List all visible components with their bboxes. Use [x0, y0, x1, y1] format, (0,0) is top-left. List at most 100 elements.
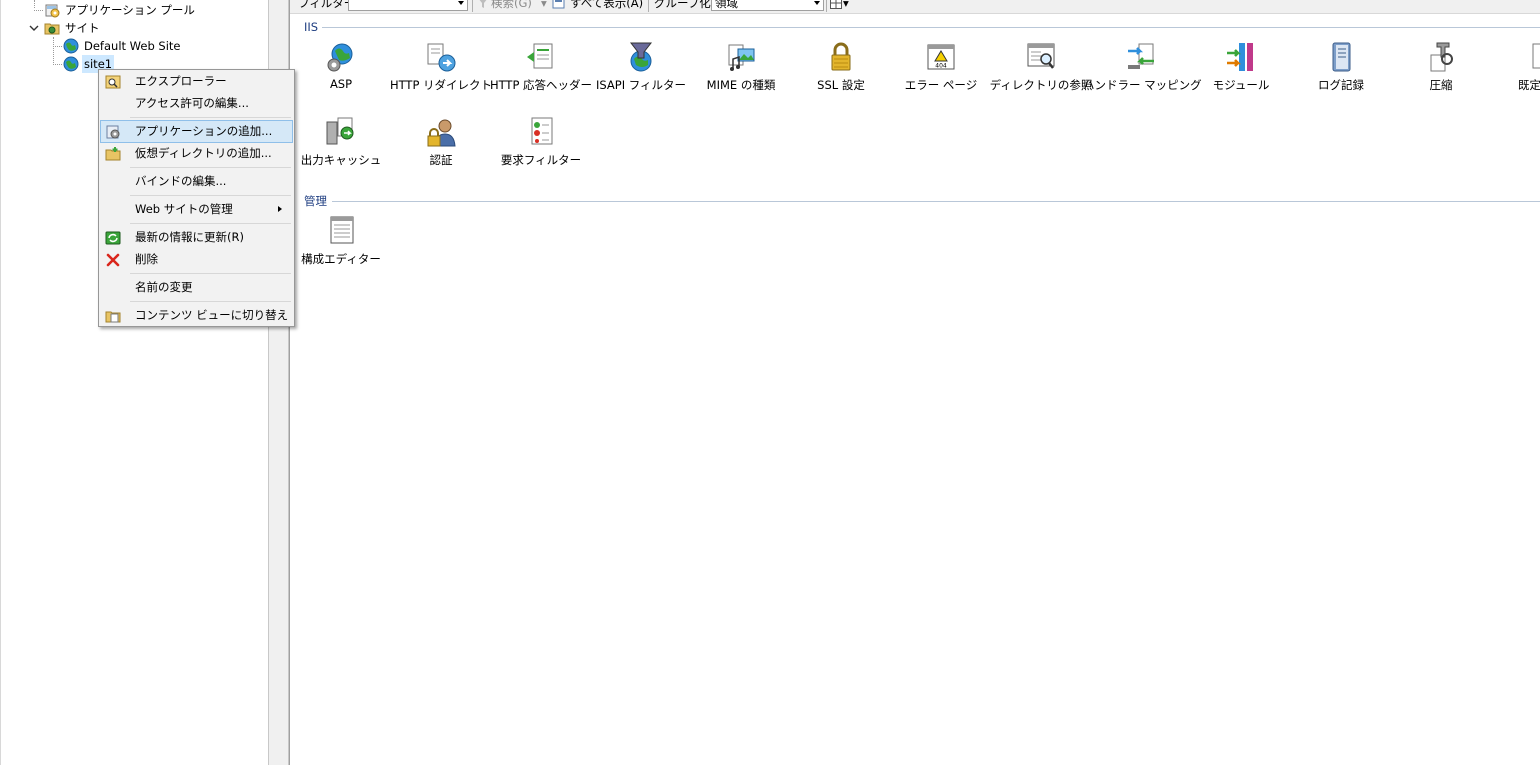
- show-all-icon: [552, 0, 565, 9]
- menu-item-add-application[interactable]: アプリケーションの追加...: [100, 120, 293, 143]
- error-pages-icon: 404: [927, 44, 955, 70]
- tree-connector: [53, 64, 62, 65]
- svg-text:404: 404: [935, 63, 947, 70]
- feature-label: ディレクトリの参照: [989, 78, 1093, 92]
- chevron-down-icon[interactable]: [28, 22, 40, 34]
- feature-label: MIME の種類: [706, 78, 776, 92]
- feature-label: 要求フィルター: [500, 153, 582, 167]
- feature-label: ログ記録: [1318, 78, 1364, 92]
- menu-item-manage-website[interactable]: Web サイトの管理: [101, 199, 292, 220]
- feature-label: モジュール: [1212, 78, 1270, 92]
- menu-item-label: アプリケーションの追加...: [135, 124, 273, 138]
- menu-separator: [130, 117, 291, 118]
- feature-label: 圧縮: [1429, 78, 1453, 92]
- menu-item-label: 削除: [135, 252, 158, 266]
- authentication-icon: [427, 119, 456, 147]
- feature-label: SSL 設定: [817, 78, 865, 92]
- compression-icon: [1430, 42, 1453, 72]
- tree-item-label: Default Web Site: [84, 39, 181, 53]
- view-grid-icon: [830, 0, 842, 9]
- add-application-icon: [106, 125, 120, 139]
- feature-label: HTTP 応答ヘッダー: [489, 78, 593, 92]
- group-by-select[interactable]: 領域: [711, 0, 824, 11]
- logging-icon: [1332, 42, 1351, 72]
- menu-item-add-virtual-directory[interactable]: 仮想ディレクトリの追加...: [101, 143, 292, 164]
- toolbar-separator: [826, 0, 827, 12]
- delete-icon: [106, 253, 120, 267]
- explore-icon: [105, 75, 121, 89]
- menu-separator: [130, 301, 291, 302]
- modules-icon: [1227, 43, 1253, 71]
- toolbar-separator: [648, 0, 649, 12]
- add-virtual-directory-icon: [105, 147, 121, 161]
- feature-label: ハンドラー マッピング: [1083, 78, 1202, 92]
- feature-label: 出力キャッシュ: [300, 153, 382, 167]
- tree-connector: [34, 10, 43, 11]
- tree-connector: [34, 0, 35, 8]
- sites-folder-icon: [44, 23, 60, 35]
- menu-item-label: コンテンツ ビューに切り替え: [135, 308, 289, 322]
- content-view-icon: [105, 311, 121, 323]
- menu-item-edit-permissions[interactable]: アクセス許可の編集...: [101, 93, 292, 114]
- filter-toolbar: フィルター: 検索(G) ▾ すべて表示(A) グループ化: 領域 ▾: [290, 0, 1540, 14]
- menu-item-label: 名前の変更: [135, 280, 193, 294]
- chevron-down-icon[interactable]: [458, 1, 464, 5]
- default-document-icon: [1532, 43, 1540, 69]
- feature-label: ASP: [329, 77, 353, 91]
- directory-browsing-icon: [1027, 43, 1055, 69]
- context-menu: エクスプローラー アクセス許可の編集... アプリケーションの追加... 仮想デ…: [98, 69, 295, 327]
- funnel-icon: [479, 0, 487, 8]
- request-filtering-icon: [531, 117, 553, 145]
- group-by-label: グループ化:: [654, 0, 715, 10]
- group-divider: [322, 27, 1540, 28]
- output-caching-icon: [326, 117, 354, 145]
- menu-item-label: アクセス許可の編集...: [135, 96, 249, 110]
- tree-connector: [53, 46, 62, 47]
- submenu-arrow-icon: [278, 206, 282, 212]
- menu-item-label: Web サイトの管理: [135, 202, 233, 216]
- globe-icon: [63, 56, 79, 72]
- menu-separator: [130, 195, 291, 196]
- tree-connector: [53, 37, 54, 65]
- filter-input[interactable]: [348, 0, 468, 11]
- menu-item-label: 仮想ディレクトリの追加...: [135, 146, 272, 160]
- menu-item-label: バインドの編集...: [135, 174, 227, 188]
- search-dropdown-arrow[interactable]: ▾: [541, 0, 547, 12]
- feature-label: HTTP リダイレクト: [389, 78, 493, 92]
- menu-separator: [130, 167, 291, 168]
- feature-label: 既定のド: [1518, 78, 1540, 92]
- feature-label: 構成エディター: [301, 252, 381, 266]
- feature-label: エラー ページ: [904, 78, 978, 92]
- mime-types-icon: [728, 44, 755, 71]
- menu-item-refresh[interactable]: 最新の情報に更新(R): [101, 227, 292, 248]
- menu-item-explore[interactable]: エクスプローラー: [101, 71, 292, 92]
- ssl-settings-icon: [831, 42, 851, 71]
- features-view: フィルター: 検索(G) ▾ すべて表示(A) グループ化: 領域 ▾ IIS: [289, 0, 1540, 765]
- http-response-headers-icon: [527, 43, 553, 69]
- chevron-down-icon[interactable]: [814, 1, 820, 5]
- feature-label: 認証: [429, 153, 453, 167]
- menu-item-label: 最新の情報に更新(R): [135, 230, 244, 244]
- menu-item-rename[interactable]: 名前の変更: [101, 277, 292, 298]
- menu-item-label: エクスプローラー: [135, 74, 227, 88]
- menu-separator: [130, 273, 291, 274]
- toolbar-separator: [472, 0, 473, 12]
- handler-mappings-icon: [1128, 43, 1154, 69]
- refresh-icon: [105, 231, 121, 245]
- configuration-editor-icon: [330, 216, 354, 244]
- group-divider: [332, 201, 1540, 202]
- menu-separator: [130, 223, 291, 224]
- app-pool-icon: [45, 4, 60, 18]
- group-by-value: 領域: [715, 0, 738, 10]
- globe-icon: [63, 38, 79, 54]
- search-label: 検索(G): [491, 0, 532, 10]
- tree-item-label: アプリケーション プール: [65, 3, 195, 17]
- isapi-filters-icon: [629, 42, 653, 72]
- menu-item-edit-bindings[interactable]: バインドの編集...: [101, 171, 292, 192]
- menu-item-remove[interactable]: 削除: [101, 249, 292, 270]
- tree-item-label: サイト: [65, 21, 100, 35]
- group-header-iis: IIS: [304, 20, 319, 34]
- feature-label: ISAPI フィルター: [595, 78, 687, 92]
- show-all-label: すべて表示(A): [570, 0, 644, 10]
- menu-item-switch-content-view[interactable]: コンテンツ ビューに切り替え: [101, 305, 292, 326]
